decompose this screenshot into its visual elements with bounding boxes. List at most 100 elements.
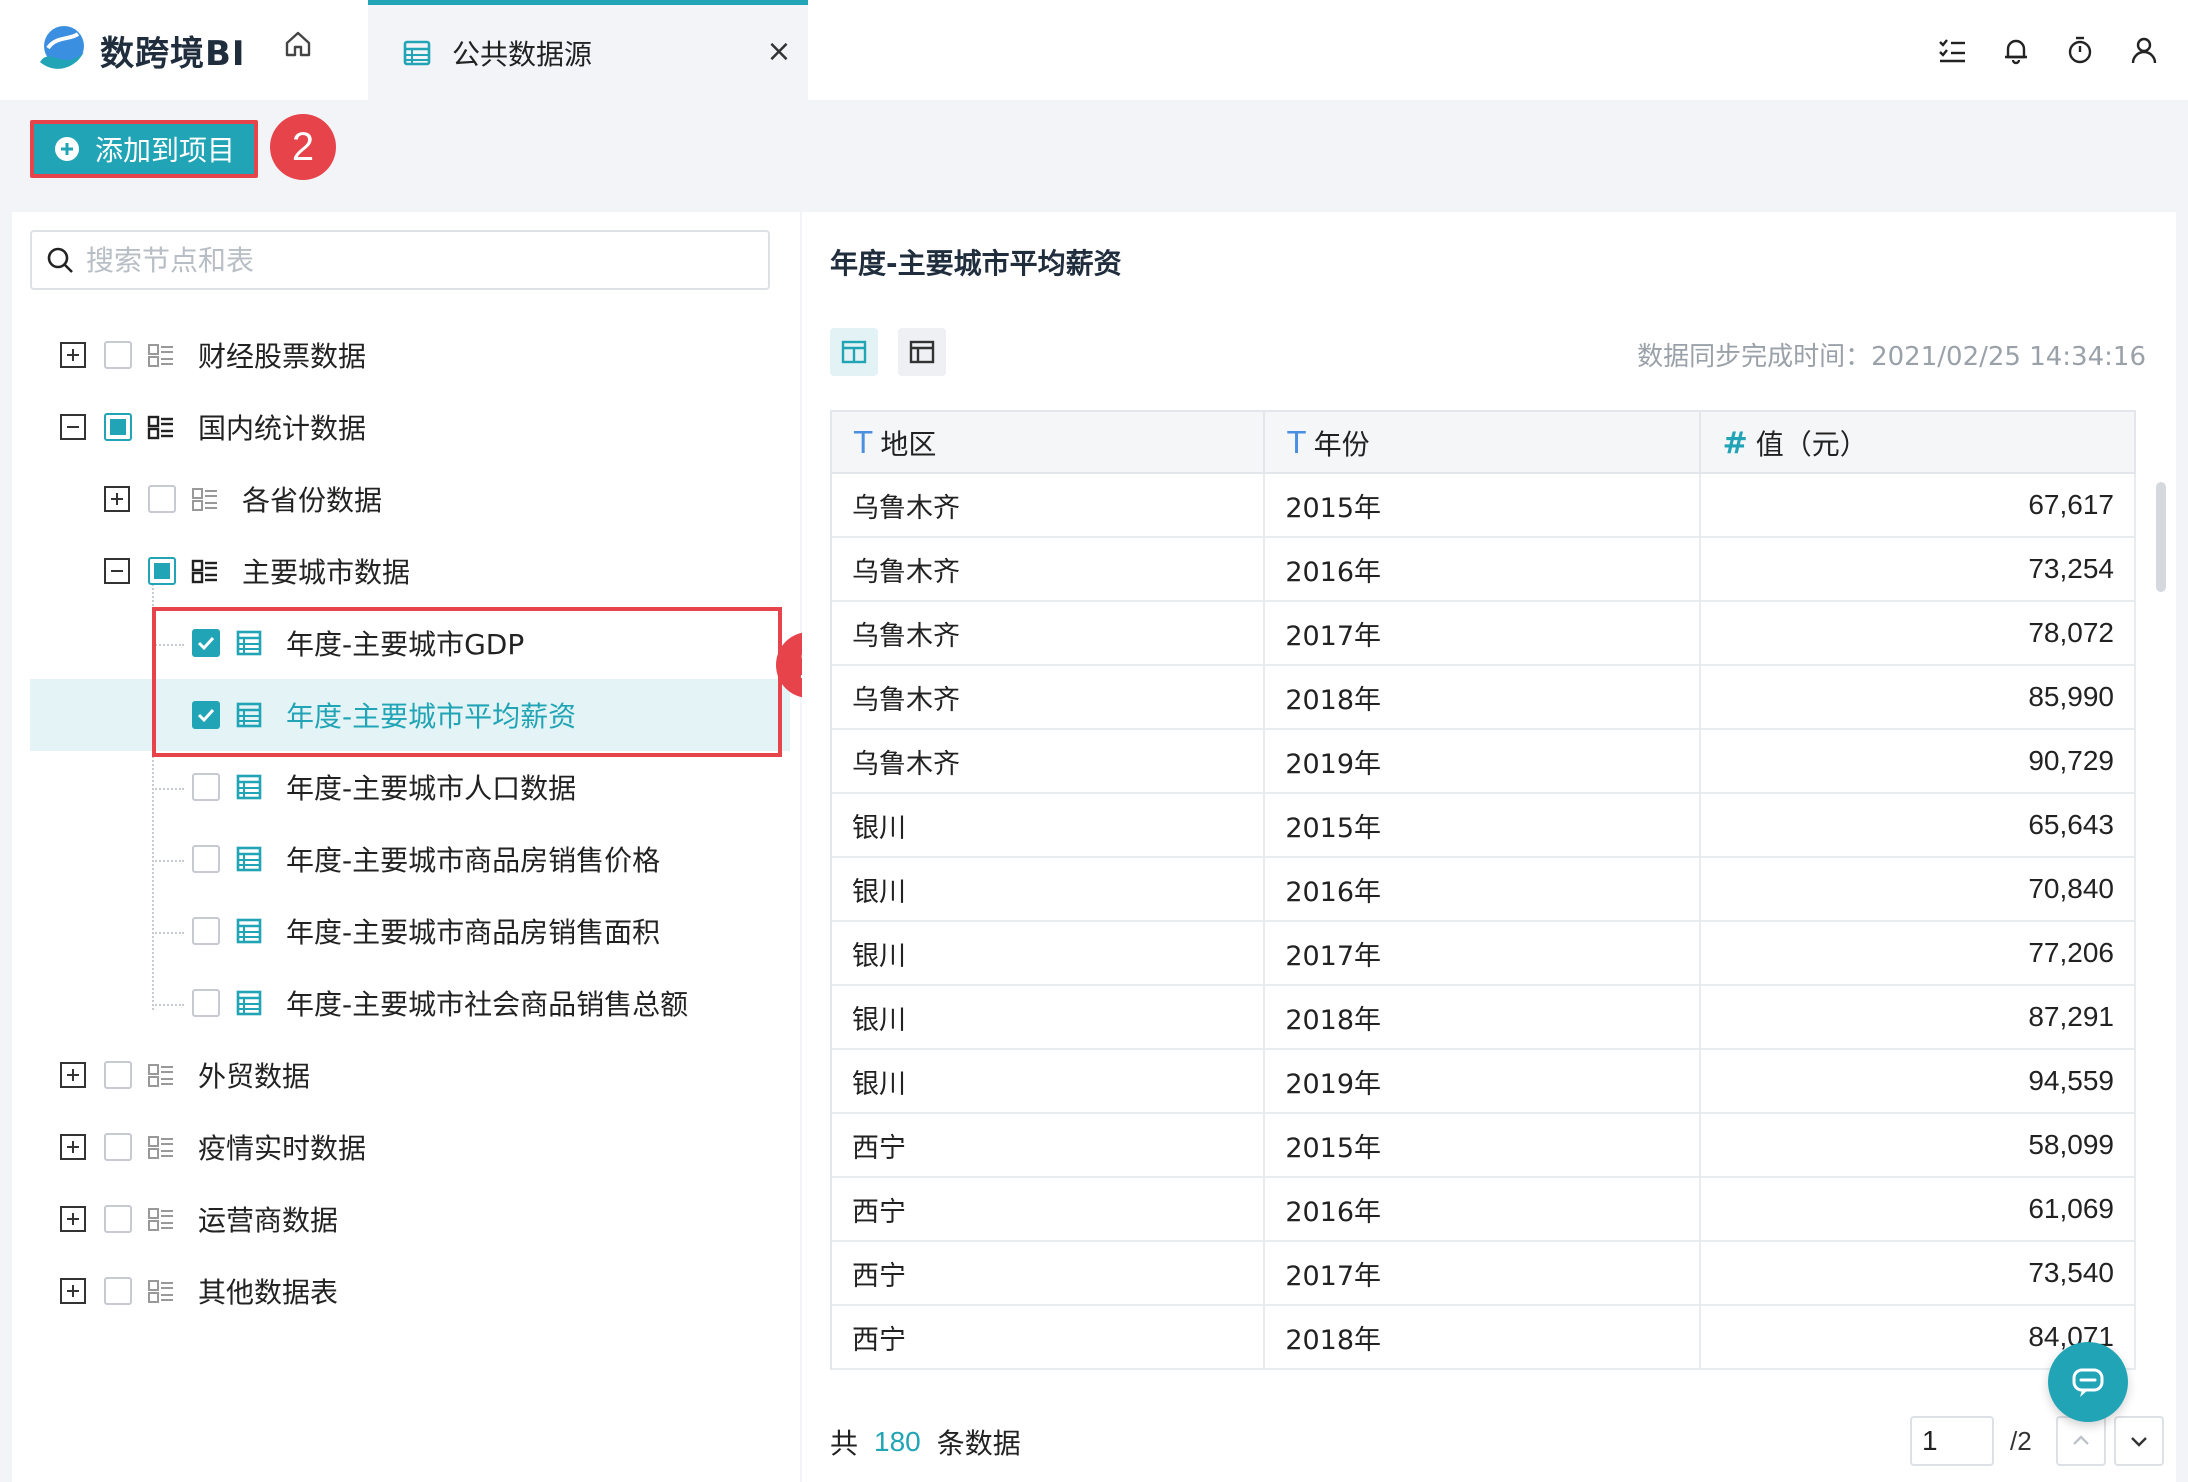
cell-value: 73,540 [1701,1242,2136,1304]
cell-region: 乌鲁木齐 [832,474,1266,536]
cell-value: 77,206 [1701,922,2136,984]
task-list-icon [1939,39,1965,63]
tree-node-epidemic[interactable]: 疫情实时数据 [30,1111,790,1183]
node-checkbox[interactable] [104,1133,132,1161]
column-header-year[interactable]: T 年份 [1265,412,1701,474]
cell-region: 银川 [832,1050,1266,1112]
node-checkbox[interactable] [192,989,220,1017]
timer-button[interactable] [2060,30,2100,70]
node-checkbox-partial[interactable] [104,413,132,441]
column-header-value[interactable]: # 值（元） [1701,412,2136,474]
table-row: 西宁 2018年 84,071 [832,1306,2136,1370]
table-row: 西宁 2015年 58,099 [832,1114,2136,1178]
tree-node-trade[interactable]: 外贸数据 [30,1039,790,1111]
tree-leaf-city-house-area[interactable]: 年度-主要城市商品房销售面积 [30,895,790,967]
expand-icon[interactable] [60,1206,86,1232]
home-button[interactable] [278,24,318,64]
tree-node-domestic[interactable]: 国内统计数据 [30,391,790,463]
cell-year: 2019年 [1265,730,1701,792]
node-checkbox-partial[interactable] [148,557,176,585]
page-number-input[interactable] [1910,1416,1994,1466]
highlight-box [152,607,782,757]
tree-node-province[interactable]: 各省份数据 [30,463,790,535]
cell-value: 94,559 [1701,1050,2136,1112]
table-row: 银川 2017年 77,206 [832,922,2136,986]
table-scrollbar[interactable] [2156,482,2166,592]
cell-year: 2017年 [1265,1242,1701,1304]
collapse-icon[interactable] [104,558,130,584]
expand-icon[interactable] [104,486,130,512]
app-name: 数跨境BI [100,33,246,74]
column-label: 地区 [880,428,937,461]
preview-title: 年度-主要城市平均薪资 [830,247,1122,280]
table-row: 银川 2019年 94,559 [832,1050,2136,1114]
folder-list-icon [148,1280,173,1303]
expand-icon[interactable] [60,1062,86,1088]
cell-region: 银川 [832,858,1266,920]
add-to-project-button[interactable]: 添加到项目 [30,120,258,178]
table-footer: 共 180 条数据 /2 [830,1412,2170,1472]
cell-value: 73,254 [1701,538,2136,600]
total-suffix: 条数据 [936,1427,1021,1460]
table-row: 银川 2015年 65,643 [832,794,2136,858]
expand-icon[interactable] [60,342,86,368]
tree-node-city[interactable]: 主要城市数据 [30,535,790,607]
chat-icon [2072,1368,2104,1397]
node-label: 疫情实时数据 [198,1132,367,1165]
logo-icon [40,26,84,69]
total-count: 180 [874,1426,921,1457]
folder-list-icon [148,1064,173,1087]
user-button[interactable] [2124,30,2164,70]
tree-node-finance[interactable]: 财经股票数据 [30,319,790,391]
node-checkbox[interactable] [104,1205,132,1233]
task-list-button[interactable] [1932,30,1972,70]
data-view-button[interactable] [830,328,878,376]
node-checkbox[interactable] [104,1061,132,1089]
expand-icon[interactable] [60,1134,86,1160]
cell-value: 87,291 [1701,986,2136,1048]
tab-close-button[interactable]: × [762,35,796,69]
node-checkbox[interactable] [104,341,132,369]
cell-region: 银川 [832,922,1266,984]
tree-node-carrier[interactable]: 运营商数据 [30,1183,790,1255]
expand-icon[interactable] [60,1278,86,1304]
page-total: /2 [2010,1426,2032,1456]
folder-list-icon [148,1136,173,1159]
node-checkbox[interactable] [148,485,176,513]
tree-leaf-city-population[interactable]: 年度-主要城市人口数据 [30,751,790,823]
tree-node-other[interactable]: 其他数据表 [30,1255,790,1327]
prev-page-button[interactable] [2056,1416,2106,1466]
tree-leaf-city-house-price[interactable]: 年度-主要城市商品房销售价格 [30,823,790,895]
table-row: 西宁 2016年 61,069 [832,1178,2136,1242]
node-label: 外贸数据 [198,1060,311,1093]
layout-icon [909,340,935,364]
notification-button[interactable] [1996,30,2036,70]
tree-leaf-city-retail[interactable]: 年度-主要城市社会商品销售总额 [30,967,790,1039]
collapse-icon[interactable] [60,414,86,440]
table-row: 银川 2018年 87,291 [832,986,2136,1050]
text-type-icon: T [1287,425,1306,461]
node-checkbox[interactable] [192,917,220,945]
table-row: 西宁 2017年 73,540 [832,1242,2136,1306]
number-type-icon: # [1722,425,1748,461]
folder-list-icon [148,344,173,367]
cell-region: 银川 [832,794,1266,856]
node-checkbox[interactable] [192,773,220,801]
help-chat-button[interactable] [2048,1342,2128,1422]
tab-public-data-source[interactable]: 公共数据源 × [368,0,808,100]
field-view-button[interactable] [898,328,946,376]
next-page-button[interactable] [2114,1416,2164,1466]
cell-value: 67,617 [1701,474,2136,536]
cell-year: 2016年 [1265,858,1701,920]
chevron-up-icon [2073,1435,2089,1445]
node-checkbox[interactable] [104,1277,132,1305]
search-box [30,230,770,290]
search-icon [47,247,73,273]
column-header-region[interactable]: T 地区 [832,412,1266,474]
cell-value: 90,729 [1701,730,2136,792]
table-row: 乌鲁木齐 2015年 67,617 [832,474,2136,538]
node-checkbox[interactable] [192,845,220,873]
search-input[interactable] [86,243,746,277]
node-label: 国内统计数据 [198,412,367,445]
table-row: 乌鲁木齐 2016年 73,254 [832,538,2136,602]
